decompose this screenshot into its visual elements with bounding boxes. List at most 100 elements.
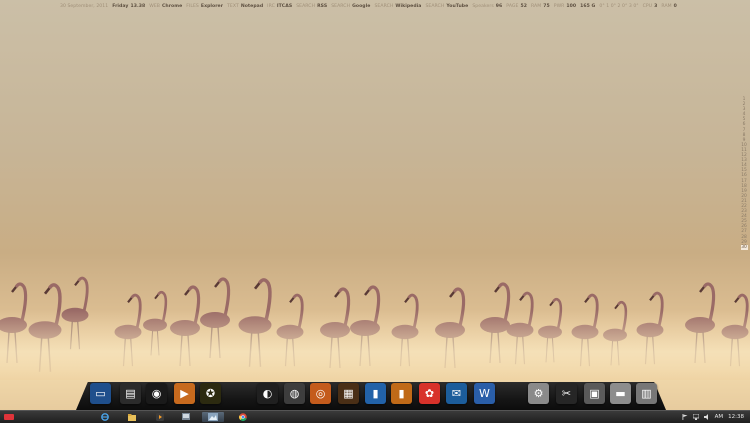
date-readout: 30 September, 2011 [60, 4, 108, 9]
clock-time[interactable]: 12:38 [728, 414, 744, 420]
monitor-icon[interactable]: ▭ [90, 383, 111, 404]
date-text: 30 September, 2011 [60, 4, 109, 9]
winamp-icon[interactable]: ✪ [200, 383, 221, 404]
winamp-icon-glyph: ✪ [205, 387, 216, 400]
day-time-readout: Friday 13.38 [112, 4, 145, 9]
search-wikipedia[interactable]: Wikipedia [395, 4, 421, 9]
speaker-icon-glyph: ◎ [315, 387, 326, 400]
chrome-icon-glyph: ◍ [289, 387, 300, 400]
search-youtube[interactable]: YouTube [446, 4, 468, 9]
time-text: 13.38 [130, 4, 146, 9]
word-icon[interactable]: W [474, 383, 495, 404]
ram-value: 75 [543, 4, 550, 9]
archive-blue-icon[interactable]: ▮ [365, 383, 386, 404]
clock-period: AM [714, 414, 724, 420]
taskbar-app[interactable] [180, 412, 192, 422]
weather-text: 0° 1 0° 2 0° 3 0° [599, 4, 639, 9]
archive-blue-icon-glyph: ▮ [372, 387, 379, 400]
settings-icon-glyph: ⚙ [533, 387, 544, 400]
launcher-explorer[interactable]: Explorer [201, 4, 223, 9]
power-meter: PWR 100 [554, 4, 576, 9]
launcher-itcas[interactable]: ITCAS [277, 4, 292, 9]
launcher-youtube[interactable]: SEARCH YouTube [425, 4, 468, 9]
equalizer-icon-glyph: ▥ [641, 387, 652, 400]
launcher-irc[interactable]: IRC ITCAS [267, 4, 292, 9]
system-tray: AM 12:38 [682, 412, 744, 422]
image-viewer-icon [208, 413, 218, 421]
launcher-notepad[interactable]: Notepad [241, 4, 263, 9]
router-icon[interactable]: ▣ [584, 383, 605, 404]
archive-orange-icon-glyph: ▮ [398, 387, 405, 400]
start-button[interactable] [4, 414, 14, 420]
network-icon[interactable] [692, 413, 700, 420]
corel-icon-glyph: ✿ [424, 387, 435, 400]
control-panel-icon-glyph: ▤ [125, 387, 136, 400]
usb-drive-icon[interactable]: ▬ [610, 383, 631, 404]
chat-icon[interactable]: ✉ [446, 383, 467, 404]
label-search-wikipedia: SEARCH [374, 4, 394, 9]
chrome-icon[interactable]: ◍ [284, 383, 305, 404]
folder-icon [128, 413, 136, 421]
label-search-google: SEARCH [331, 4, 351, 9]
calendar-day: 30 [740, 244, 748, 250]
label-text: TEXT [227, 4, 239, 9]
launcher-text[interactable]: TEXT Notepad [227, 4, 263, 9]
mouse-icon[interactable]: ◐ [257, 383, 278, 404]
settings-icon[interactable]: ⚙ [528, 383, 549, 404]
search-google[interactable]: Google [352, 4, 370, 9]
ram-meter: RAM 75 [531, 4, 550, 9]
equalizer-icon[interactable]: ▥ [636, 383, 657, 404]
volume-icon[interactable] [703, 414, 710, 420]
media-player-icon-glyph: ▶ [180, 387, 189, 400]
launcher-google[interactable]: SEARCH Google [331, 4, 370, 9]
ram2-meter: RAM 0 [661, 4, 677, 9]
internet-explorer-icon [101, 413, 109, 421]
label-irc: IRC [267, 4, 275, 9]
camera-icon-glyph: ◉ [151, 387, 162, 400]
word-icon-glyph: W [479, 387, 490, 400]
speaker-icon[interactable]: ◎ [310, 383, 331, 404]
water-mist [0, 310, 750, 380]
calendar-column: 1 2 3 4 5 6 7 8 9 10 11 12 13 14 15 16 17 18 19 20 21 22 23 24 2… [740, 97, 748, 250]
router-icon-glyph: ▣ [589, 387, 600, 400]
label-ram: RAM [531, 4, 542, 9]
flag-icon[interactable] [682, 414, 688, 420]
mouse-icon-glyph: ◐ [262, 387, 273, 400]
taskbar-media[interactable] [154, 412, 166, 422]
launcher-web[interactable]: WEB Chrome [149, 4, 182, 9]
label-page: PAGE [506, 4, 519, 9]
launcher-chrome[interactable]: Chrome [162, 4, 182, 9]
launcher-wikipedia[interactable]: SEARCH Wikipedia [374, 4, 421, 9]
radio-icon[interactable]: ▦ [338, 383, 359, 404]
taskbar-explorer[interactable] [126, 412, 138, 422]
day-text: Friday [112, 4, 129, 9]
window-icon [182, 413, 190, 420]
camera-icon[interactable]: ◉ [146, 383, 167, 404]
media-player-icon[interactable]: ▶ [174, 383, 195, 404]
ram2-value: 0 [673, 4, 677, 9]
wallpaper-flamingos [0, 276, 750, 380]
search-rss[interactable]: RSS [317, 4, 327, 9]
corel-icon[interactable]: ✿ [419, 383, 440, 404]
control-panel-icon[interactable]: ▤ [120, 383, 141, 404]
label-files: FILES [186, 4, 199, 9]
top-info-bar: 30 September, 2011 Friday 13.38 WEB Chrom… [60, 2, 742, 11]
tools-icon-glyph: ✂ [561, 387, 572, 400]
label-cpu: CPU [642, 4, 653, 9]
taskbar-ie[interactable] [99, 412, 111, 422]
archive-orange-icon[interactable]: ▮ [391, 383, 412, 404]
cpu-meter: CPU 3 [643, 4, 658, 9]
launcher-rss[interactable]: SEARCH RSS [296, 4, 327, 9]
taskbar-active-app[interactable] [202, 412, 224, 422]
radio-icon-glyph: ▦ [343, 387, 354, 400]
chrome-icon [239, 413, 247, 421]
label-ram2: RAM [661, 4, 672, 9]
launcher-files[interactable]: FILES Explorer [186, 4, 223, 9]
taskbar-chrome[interactable] [237, 412, 249, 422]
label-speakers: Speakers [472, 4, 494, 9]
weather-readout: 0° 1 0° 2 0° 3 0° [599, 4, 638, 9]
tools-icon[interactable]: ✂ [556, 383, 577, 404]
label-web: WEB [149, 4, 160, 9]
disk-meter: 165 G [580, 4, 595, 9]
taskbar: AM 12:38 [0, 410, 750, 423]
